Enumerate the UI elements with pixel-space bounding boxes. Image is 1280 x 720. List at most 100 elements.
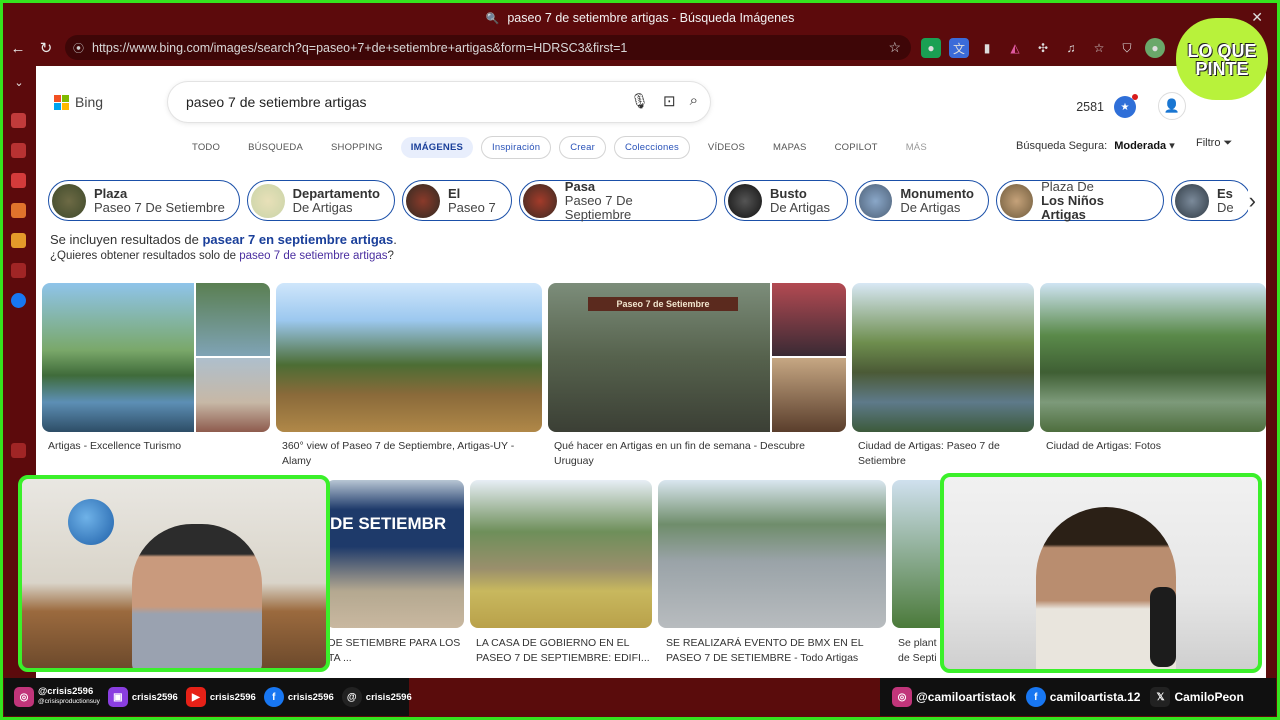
back-button[interactable]: ← <box>5 35 31 61</box>
microsoft-logo-icon <box>54 94 69 110</box>
image-result[interactable] <box>276 283 542 432</box>
social-item[interactable]: ◎ @camiloartistaok <box>892 687 1016 707</box>
app-icon[interactable] <box>11 113 26 128</box>
reload-button[interactable]: ↻ <box>33 35 59 61</box>
related-chip[interactable]: Pasa Paseo 7 De Septiembre <box>519 180 717 221</box>
tab-crear[interactable]: Crear <box>559 135 606 159</box>
puzzle-icon[interactable]: ✣ <box>1033 38 1053 58</box>
favorite-star-icon[interactable]: ☆ <box>888 39 901 56</box>
chip-subtitle: De Artigas <box>292 199 353 215</box>
related-chip[interactable]: Departamento De Artigas <box>247 180 395 221</box>
rewards-medal-icon[interactable]: ★ <box>1114 94 1138 118</box>
chip-thumbnail <box>1175 183 1209 218</box>
bing-logo[interactable]: Bing <box>54 94 103 110</box>
related-chip[interactable]: Busto De Artigas <box>724 180 848 221</box>
related-chip[interactable]: Plaza Paseo 7 De Setiembre <box>48 180 240 221</box>
shield-icon[interactable]: ⛉ <box>1117 38 1137 58</box>
social-item[interactable]: @ crisis2596 <box>341 687 412 707</box>
social-item[interactable]: ▶ crisis2596 <box>185 687 256 707</box>
tab-imagenes[interactable]: IMÁGENES <box>400 136 474 158</box>
tab-copilot[interactable]: COPILOT <box>825 137 888 158</box>
chip-subtitle: Paseo 7 De Setiembre <box>94 199 225 215</box>
social-handle: @camiloartistaok <box>916 690 1016 704</box>
related-chip[interactable]: El Paseo 7 <box>402 180 512 221</box>
image-result[interactable] <box>658 480 886 628</box>
location-icon[interactable] <box>11 443 26 458</box>
social-item[interactable]: 𝕏 CamiloPeon <box>1150 687 1244 707</box>
anchor-icon[interactable] <box>11 263 26 278</box>
related-chip[interactable]: Es De <box>1171 180 1248 221</box>
rewards[interactable]: 2581 ★ <box>1076 94 1138 118</box>
tab-shopping[interactable]: SHOPPING <box>321 137 393 158</box>
visual-search-icon[interactable]: ⊡ <box>663 92 676 110</box>
threads-icon: @ <box>341 687 362 707</box>
battery-icon[interactable]: ▮ <box>977 38 997 58</box>
folder-icon[interactable] <box>11 143 26 158</box>
image-caption[interactable]: Artigas - Excellence Turismo <box>48 439 268 454</box>
tab-videos[interactable]: VÍDEOS <box>698 137 755 158</box>
globe-icon <box>68 499 114 545</box>
chevron-down-icon[interactable]: ⌄ <box>6 69 32 95</box>
original-query-link[interactable]: paseo 7 de setiembre artigas <box>239 250 387 262</box>
social-item[interactable]: ▣ crisis2596 <box>107 687 178 707</box>
account-icon[interactable]: 👤 <box>1158 92 1186 120</box>
image-result[interactable]: Paseo 7 de Setiembre <box>548 283 846 432</box>
social-handle: crisis2596 <box>365 691 412 703</box>
music-icon[interactable]: ♫ <box>1061 38 1081 58</box>
microphone-icon[interactable]: 🎙 <box>630 92 649 110</box>
office-icon[interactable] <box>11 203 26 218</box>
chip-thumbnail <box>251 183 285 218</box>
extension-icon[interactable]: ● <box>921 38 941 58</box>
tab-colecciones[interactable]: Colecciones <box>613 135 690 159</box>
social-item[interactable]: f crisis2596 <box>263 687 334 707</box>
extension-icon[interactable]: ◭ <box>1005 38 1025 58</box>
chip-title: Departamento <box>292 185 380 201</box>
related-chip[interactable]: Plaza De Los Niños Artigas <box>996 180 1164 221</box>
sign-text: Paseo 7 de Setiembre <box>588 297 738 311</box>
pdf-icon[interactable] <box>11 173 26 188</box>
image-caption[interactable]: LA CASA DE GOBIERNO EN EL PASEO 7 DE SEP… <box>476 636 656 666</box>
social-item[interactable]: ◎ @crisis2596 @crisisproductionsuy <box>14 687 100 707</box>
image-caption[interactable]: DE SETIEMBRE PARA LOS TA ... <box>328 636 468 666</box>
image-result[interactable]: DE SETIEMBR <box>326 480 464 628</box>
image-caption[interactable]: 360° view of Paseo 7 de Septiembre, Arti… <box>282 439 532 469</box>
streamer-logo: LO QUE PINTE <box>1176 18 1268 100</box>
social-item[interactable]: f camiloartista.12 <box>1025 687 1140 707</box>
sign-text: DE SETIEMBR <box>330 514 447 533</box>
image-caption[interactable]: SE REALIZARÁ EVENTO DE BMX EN EL PASEO 7… <box>666 636 892 666</box>
safe-search-value[interactable]: Moderada <box>1114 140 1166 152</box>
office-icon[interactable] <box>11 233 26 248</box>
url-text: https://www.bing.com/images/search?q=pas… <box>92 40 628 55</box>
youtube-icon: ▶ <box>185 687 206 707</box>
close-icon[interactable]: ✕ <box>1251 9 1263 26</box>
filter-icon: ⏷ <box>1223 137 1233 149</box>
tab-mas[interactable]: MÁS <box>896 137 937 158</box>
translate-icon[interactable]: 文 <box>949 38 969 58</box>
search-box[interactable]: paseo 7 de setiembre artigas 🎙 ⊡ ⌕ <box>168 82 710 122</box>
search-icon[interactable]: ⌕ <box>690 92 698 110</box>
image-caption[interactable]: Ciudad de Artigas: Fotos <box>1046 439 1256 454</box>
url-bar[interactable]: ⦿ https://www.bing.com/images/search?q=p… <box>65 35 911 60</box>
chip-title: Plaza <box>94 185 128 201</box>
filter-button[interactable]: Filtro ⏷ <box>1196 137 1232 150</box>
safe-search[interactable]: Búsqueda Segura: Moderada ▾ <box>1016 139 1175 152</box>
favorites-icon[interactable]: ☆ <box>1089 38 1109 58</box>
tab-todo[interactable]: TODO <box>182 137 230 158</box>
tab-mapas[interactable]: MAPAS <box>763 137 817 158</box>
tab-busqueda[interactable]: BÚSQUEDA <box>238 137 313 158</box>
profile-icon[interactable]: ● <box>1145 38 1165 58</box>
tab-inspiracion[interactable]: Inspiración <box>481 135 552 159</box>
chip-thumbnail <box>1000 183 1034 218</box>
image-caption[interactable]: Qué hacer en Artigas en un fin de semana… <box>554 439 834 469</box>
chevron-right-icon[interactable]: › <box>1249 188 1256 214</box>
image-result[interactable] <box>852 283 1034 432</box>
image-result[interactable] <box>1040 283 1266 432</box>
related-chip[interactable]: Monumento De Artigas <box>855 180 989 221</box>
image-caption[interactable]: Ciudad de Artigas: Paseo 7 de Setiembre <box>858 439 1030 469</box>
notice-link[interactable]: pasear 7 en septiembre artigas <box>202 232 393 247</box>
image-result[interactable] <box>470 480 652 628</box>
image-result[interactable] <box>42 283 270 432</box>
notice-text: ¿Quieres obtener resultados solo de <box>50 250 240 262</box>
search-query[interactable]: paseo 7 de setiembre artigas <box>186 94 367 110</box>
facebook-icon[interactable] <box>11 293 26 308</box>
